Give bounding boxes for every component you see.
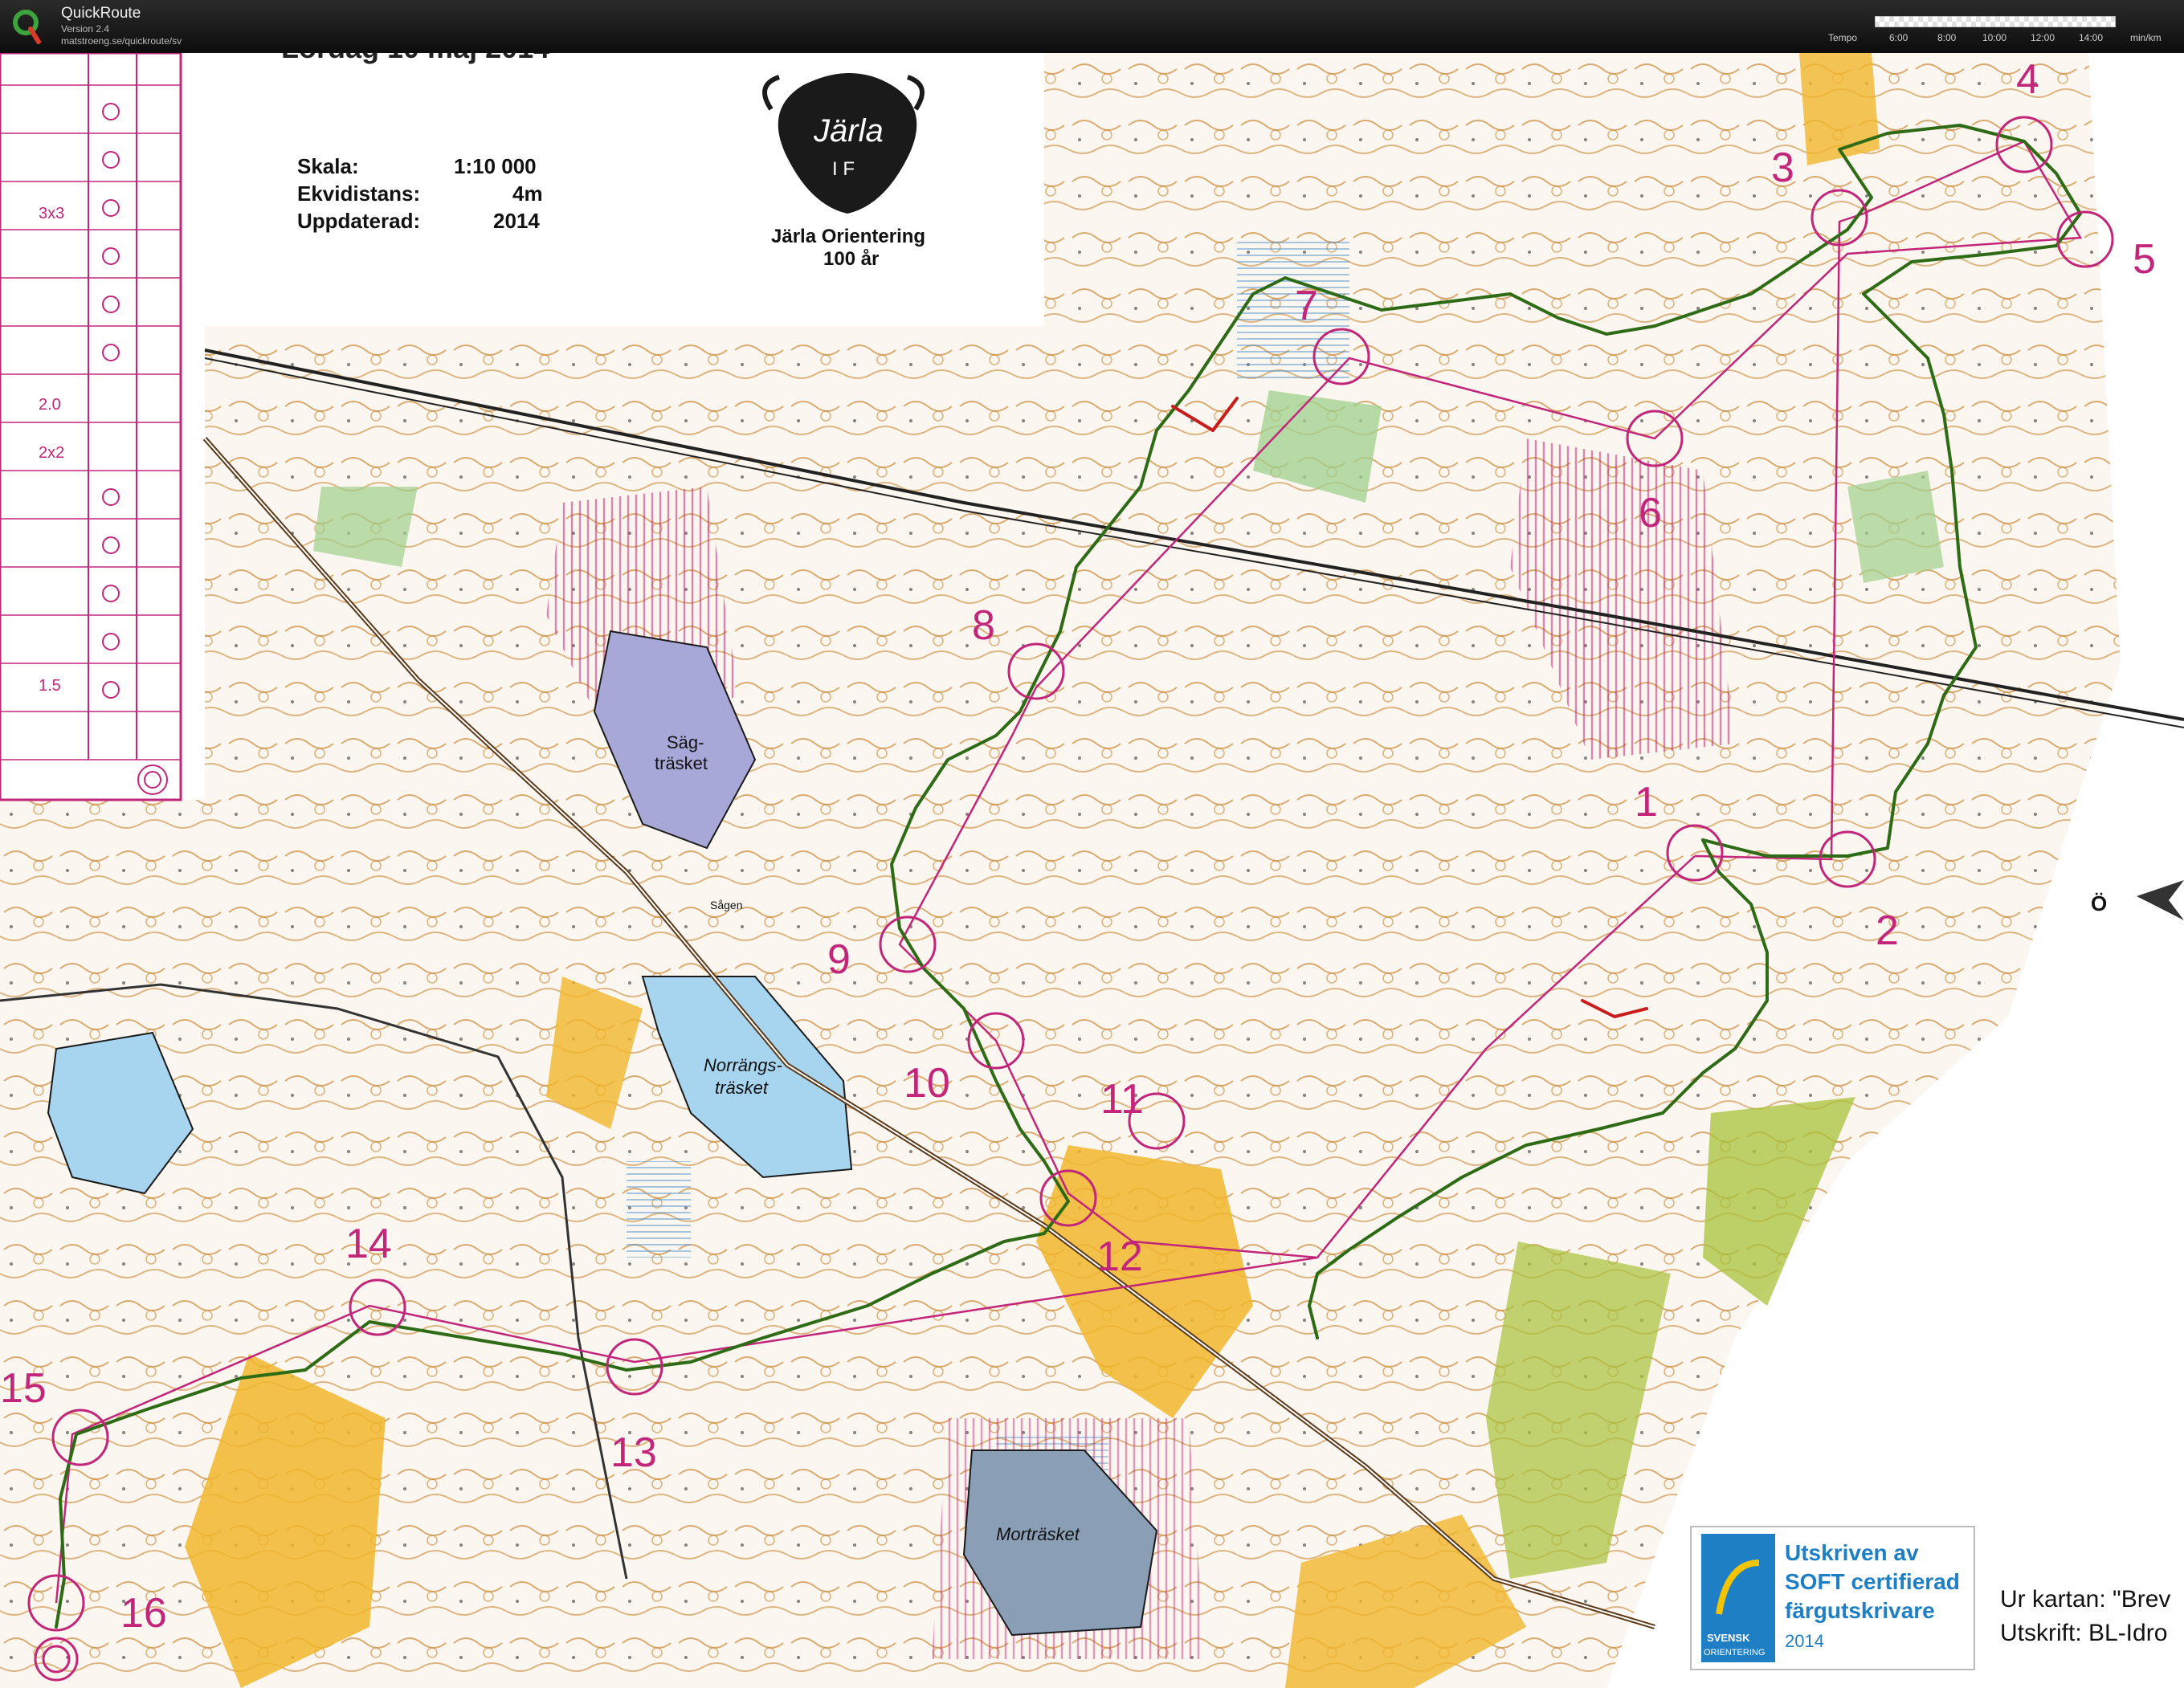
club-logo-text: Järla: [813, 113, 884, 149]
description-cell: 2x2: [39, 444, 64, 462]
control-number: 11: [1100, 1076, 1144, 1123]
contour-value: 4m: [512, 181, 543, 206]
soft-certification-badge: SVENSK ORIENTERING Utskriven av SOFT cer…: [1690, 1526, 1975, 1670]
scale-value: 1:10 000: [454, 154, 537, 178]
soft-logo-line: ORIENTERING: [1704, 1648, 1765, 1657]
tempo-unit: min/km: [2130, 32, 2162, 43]
app-name: QuickRoute: [61, 5, 141, 22]
control-number: 6: [1639, 490, 1662, 536]
app-url[interactable]: matstroeng.se/quickroute/sv: [61, 35, 182, 47]
map-terrain: [0, 53, 2184, 1688]
control-number: 14: [345, 1221, 392, 1267]
place-name: Sågen: [710, 899, 742, 911]
control-number: 8: [972, 602, 995, 649]
control-number: 13: [610, 1429, 657, 1476]
lake-name: träsket: [715, 1078, 769, 1098]
contour-label: Ekvidistans:: [297, 181, 420, 206]
description-cell: 3x3: [39, 205, 64, 222]
soft-badge-text: SOFT certifierad: [1785, 1569, 1960, 1594]
description-cell: 2.0: [39, 396, 61, 414]
scale-label: Skala:: [297, 154, 359, 178]
app-version: Version 2.4: [61, 23, 110, 35]
tempo-tick: 6:00: [1889, 32, 1908, 43]
soft-badge-year: 2014: [1785, 1631, 1824, 1651]
tempo-label: Tempo: [1828, 32, 1858, 43]
control-description-panel: 3x3 2.0 2x2 1.5: [0, 53, 182, 801]
map-credit: Ur kartan: "Brev: [2000, 1586, 2170, 1613]
control-number: 5: [2133, 236, 2156, 283]
control-number: 2: [1876, 907, 1899, 954]
control-number: 3: [1771, 145, 1794, 191]
control-number: 15: [0, 1365, 47, 1412]
north-label: Ö: [2091, 891, 2107, 915]
lake-name: Säg-: [667, 732, 704, 752]
tempo-color-scale[interactable]: [1875, 16, 2116, 27]
control-number: 10: [904, 1060, 950, 1107]
soft-logo-line: SVENSK: [1707, 1632, 1750, 1644]
control-number: 12: [1096, 1233, 1143, 1280]
tempo-tick: 10:00: [1982, 32, 2007, 43]
lake-name: träsket: [655, 753, 708, 773]
tempo-tick: 14:00: [2079, 32, 2104, 43]
quickroute-logo-icon: [13, 10, 41, 44]
lake-name: Norrängs-: [704, 1055, 782, 1075]
tempo-tick: 8:00: [1937, 32, 1957, 43]
soft-badge-text: färgutskrivare: [1785, 1598, 1935, 1623]
lake-name: Morträsket: [996, 1524, 1080, 1544]
updated-value: 2014: [493, 209, 540, 233]
club-name: Järla Orientering: [771, 226, 925, 247]
description-cell: 1.5: [39, 677, 61, 695]
map-credit: Utskrift: BL-Idro: [2000, 1620, 2167, 1646]
control-number: 1: [1635, 779, 1658, 826]
soft-badge-text: Utskriven av: [1785, 1540, 1919, 1565]
control-number: 9: [827, 936, 851, 983]
tempo-tick: 12:00: [2031, 32, 2055, 43]
map-viewport[interactable]: 3x3 2.0 2x2 1.5 Lördag 10 maj 2014 Skala…: [0, 53, 2184, 1688]
control-number: 4: [2016, 56, 2039, 103]
control-number: 7: [1295, 283, 1318, 329]
club-logo-sub: I F: [832, 158, 855, 180]
club-years: 100 år: [823, 248, 879, 270]
control-number: 16: [120, 1590, 167, 1637]
map-date-header: Lördag 10 maj 2014: [281, 53, 549, 64]
updated-label: Uppdaterad:: [297, 209, 420, 233]
app-title-bar: QuickRoute Version 2.4 matstroeng.se/qui…: [0, 0, 2184, 53]
